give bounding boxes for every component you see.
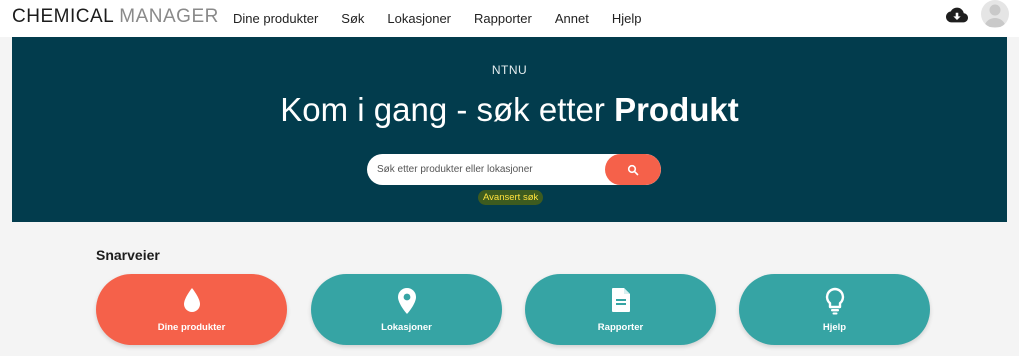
brand-name-part2: MANAGER: [119, 6, 219, 27]
drop-icon: [183, 288, 200, 312]
cloud-download-icon[interactable]: [946, 6, 968, 24]
shortcuts-heading: Snarveier: [96, 247, 160, 263]
nav-item-annet[interactable]: Annet: [555, 11, 589, 26]
nav-item-hjelp[interactable]: Hjelp: [612, 11, 642, 26]
lightbulb-icon: [825, 287, 844, 315]
nav-item-sok[interactable]: Søk: [341, 11, 364, 26]
search-input[interactable]: [367, 154, 603, 185]
page-headline: Kom i gang - søk etter Produkt: [12, 91, 1007, 129]
nav-item-dine-produkter[interactable]: Dine produkter: [233, 11, 318, 26]
advanced-search-link[interactable]: Avansert søk: [478, 190, 544, 205]
brand-name-part1: CHEMICAL: [12, 6, 114, 27]
search-bar: [367, 154, 661, 185]
shortcut-lokasjoner[interactable]: Lokasjoner: [311, 274, 502, 345]
headline-light-text: Kom i gang - søk etter: [280, 91, 605, 128]
document-icon: [611, 288, 630, 312]
organization-name: NTNU: [491, 63, 528, 77]
shortcut-label: Lokasjoner: [381, 322, 432, 333]
top-navbar: CHEMICAL MANAGER Dine produkter Søk Loka…: [0, 0, 1019, 37]
brand-logo[interactable]: CHEMICAL MANAGER: [12, 6, 219, 28]
shortcut-label: Rapporter: [597, 322, 644, 333]
shortcut-label: Hjelp: [822, 322, 847, 333]
nav-item-rapporter[interactable]: Rapporter: [474, 11, 532, 26]
shortcut-dine-produkter[interactable]: Dine produkter: [96, 274, 287, 345]
shortcut-rapporter[interactable]: Rapporter: [525, 274, 716, 345]
hero-banner: NTNU Kom i gang - søk etter Produkt Avan…: [12, 37, 1007, 222]
nav-item-lokasjoner[interactable]: Lokasjoner: [387, 11, 451, 26]
search-button[interactable]: [605, 154, 661, 185]
main-nav: Dine produkter Søk Lokasjoner Rapporter …: [233, 0, 664, 37]
headline-bold-text: Produkt: [614, 91, 739, 128]
user-avatar-icon: [984, 4, 1006, 27]
map-pin-icon: [397, 288, 416, 314]
user-avatar[interactable]: [981, 0, 1009, 28]
shortcut-label: Dine produkter: [157, 322, 226, 333]
search-icon: [627, 164, 639, 175]
shortcut-hjelp[interactable]: Hjelp: [739, 274, 930, 345]
